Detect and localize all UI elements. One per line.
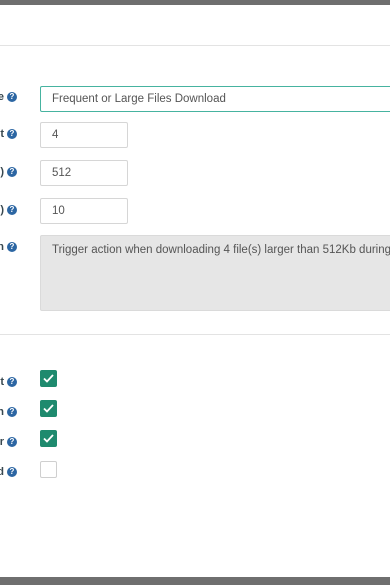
help-icon[interactable]: ? [7, 242, 17, 252]
section-divider [0, 334, 390, 335]
option-1-checkbox[interactable] [40, 370, 57, 387]
help-icon[interactable]: ? [7, 92, 17, 102]
help-icon[interactable]: ? [7, 407, 17, 417]
rule-name-input[interactable]: Frequent or Large Files Download [40, 86, 390, 112]
header-divider [0, 45, 390, 46]
help-icon[interactable]: ? [7, 467, 17, 477]
checkmark-icon [43, 434, 54, 443]
description-label: n ? [0, 241, 17, 253]
checkmark-icon [43, 374, 54, 383]
time-window-input[interactable]: 10 [40, 198, 128, 224]
help-icon[interactable]: ? [7, 205, 17, 215]
option-4-checkbox[interactable] [40, 461, 57, 478]
file-size-input[interactable]: 512 [40, 160, 128, 186]
file-size-label: ) ? [0, 166, 17, 178]
option-1-label: t ? [0, 376, 17, 388]
option-2-label: h ? [0, 406, 17, 418]
help-icon[interactable]: ? [7, 437, 17, 447]
name-label: e ? [0, 91, 17, 103]
help-icon[interactable]: ? [7, 377, 17, 387]
option-2-checkbox[interactable] [40, 400, 57, 417]
help-icon[interactable]: ? [7, 167, 17, 177]
help-icon[interactable]: ? [7, 129, 17, 139]
file-count-input[interactable]: 4 [40, 122, 128, 148]
file-count-label: t ? [0, 128, 17, 140]
time-window-label: ) ? [0, 204, 17, 216]
option-3-checkbox[interactable] [40, 430, 57, 447]
option-3-label: r ? [0, 436, 17, 448]
rule-form-panel: e ? Frequent or Large Files Download t ?… [0, 5, 390, 577]
checkmark-icon [43, 404, 54, 413]
description-textarea: Trigger action when downloading 4 file(s… [40, 235, 390, 311]
option-4-label: d ? [0, 466, 17, 478]
